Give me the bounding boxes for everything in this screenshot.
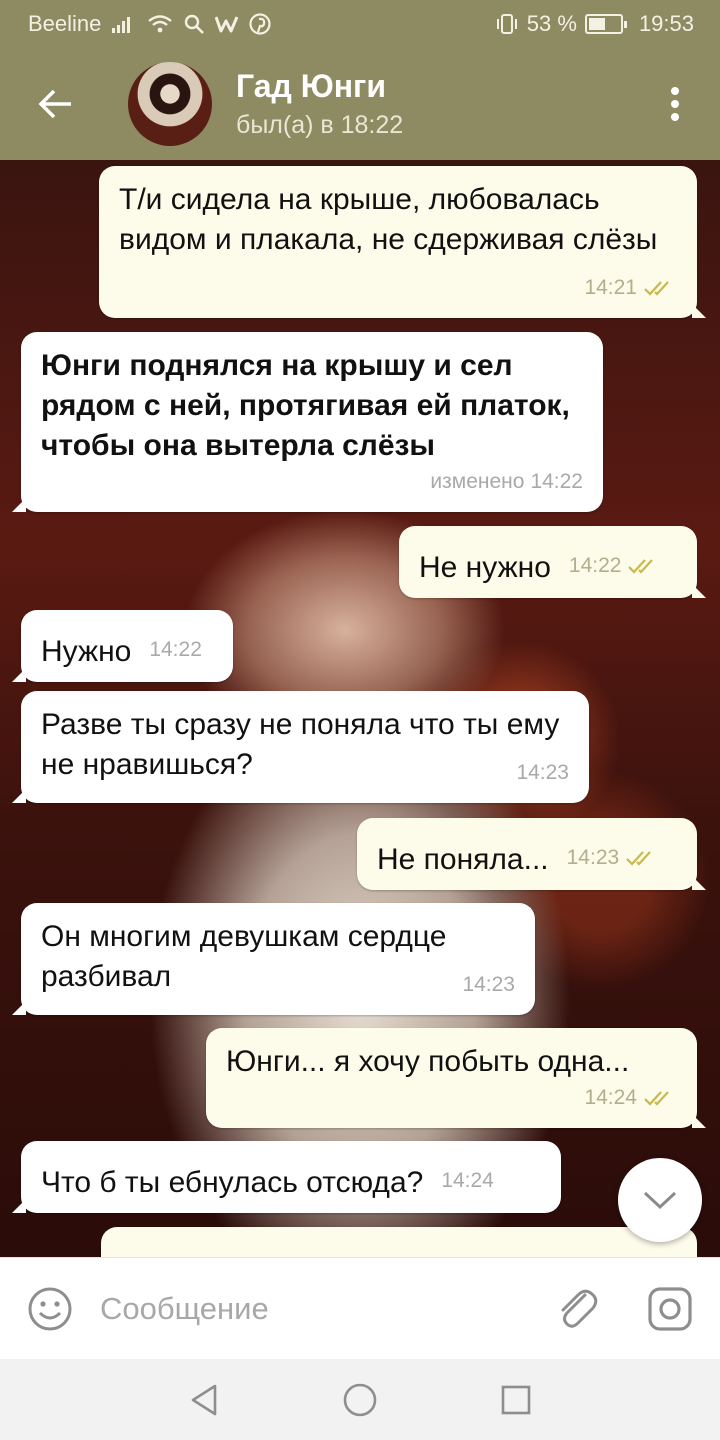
nav-recents-icon: [501, 1385, 531, 1414]
battery-percent: 53 %: [526, 11, 577, 36]
double-check-icon: [626, 851, 651, 866]
message-bubble-outgoing[interactable]: Не поняла... 14:23: [357, 818, 706, 890]
search-icon: [183, 13, 205, 35]
message-text: Юнги... я хочу побыть одна...: [226, 1045, 630, 1078]
wifi-icon: [147, 14, 173, 34]
message-meta: 14:23: [516, 753, 569, 793]
status-time: 19:53: [638, 11, 694, 36]
message-bubble-incoming[interactable]: Нужно 14:22: [12, 610, 233, 682]
message-bubble-incoming[interactable]: Он многим девушкам сердце разбивал 14:23: [12, 903, 535, 1015]
camera-icon: [648, 1286, 692, 1331]
nav-recents-button[interactable]: [492, 1376, 540, 1424]
message-meta: 14:23: [462, 965, 515, 1005]
message-text: Т/и сидела на крыше, любовалась видом и …: [119, 183, 658, 256]
message-time: 14:23: [566, 846, 620, 869]
message-bubble-outgoing-partial[interactable]: [101, 1227, 697, 1257]
message-time: 14:22: [568, 554, 622, 577]
message-time: 14:23: [462, 973, 515, 996]
chat-name: Гад Юнги: [236, 68, 387, 104]
last-seen-status: был(а) в 18:22: [236, 111, 404, 139]
message-time: 14:23: [516, 761, 569, 784]
message-bubble-incoming[interactable]: Разве ты сразу не поняла что ты ему не н…: [12, 691, 589, 803]
avatar[interactable]: [128, 62, 212, 146]
message-bubble-outgoing[interactable]: Не нужно 14:22: [399, 526, 706, 598]
message-meta: изменено 14:22: [430, 462, 583, 502]
nav-home-button[interactable]: [336, 1376, 384, 1424]
battery-level: [588, 18, 605, 30]
message-composer: [0, 1257, 720, 1359]
more-options-button[interactable]: [630, 48, 720, 160]
edited-label: изменено: [430, 470, 525, 493]
pinterest-icon: [249, 13, 271, 35]
w-app-icon: [215, 14, 239, 34]
message-time: 14:24: [441, 1169, 494, 1192]
attach-button[interactable]: [534, 1258, 620, 1360]
chat-area[interactable]: Т/и сидела на крыше, любовалась видом и …: [0, 160, 720, 1257]
signal-icon: [111, 14, 137, 34]
battery-icon: [584, 14, 627, 34]
vibrate-icon: [495, 13, 519, 35]
back-button[interactable]: [0, 48, 110, 160]
back-arrow-icon: [38, 89, 71, 119]
message-text: Нужно: [41, 635, 132, 668]
camera-button[interactable]: [620, 1258, 720, 1360]
chevron-down-icon: [643, 1191, 677, 1210]
message-meta: 14:22: [149, 630, 202, 670]
chat-title-block[interactable]: Гад Юнги был(а) в 18:22: [236, 66, 403, 142]
message-time: 14:22: [530, 470, 583, 493]
double-check-icon: [628, 559, 654, 574]
carrier-name: Beeline: [28, 11, 102, 36]
message-bubble-outgoing[interactable]: Т/и сидела на крыше, любовалась видом и …: [99, 166, 706, 318]
message-time: 14:24: [584, 1086, 637, 1109]
nav-back-button[interactable]: [180, 1376, 228, 1424]
system-nav-bar: [0, 1359, 720, 1440]
message-meta: 14:24: [584, 1078, 677, 1118]
message-time: 14:21: [584, 276, 637, 299]
double-check-icon: [644, 1091, 669, 1106]
message-meta: 14:22: [569, 546, 662, 586]
chat-header: Гад Юнги был(а) в 18:22: [0, 48, 720, 160]
scroll-down-button[interactable]: [618, 1158, 702, 1242]
message-bubble-outgoing[interactable]: Юнги... я хочу побыть одна... 14:24: [206, 1028, 706, 1128]
double-check-icon: [644, 281, 669, 296]
emoji-button[interactable]: [0, 1258, 100, 1360]
message-text: Не поняла...: [377, 843, 549, 876]
message-time: 14:22: [149, 638, 202, 661]
message-text: Он многим девушкам сердце разбивал: [41, 920, 447, 993]
nav-back-icon: [191, 1384, 217, 1415]
message-meta: 14:24: [441, 1161, 494, 1201]
message-text: Разве ты сразу не поняла что ты ему не н…: [41, 708, 560, 781]
message-text: Юнги поднялся на крышу и сел рядом с ней…: [41, 349, 570, 462]
status-bar: Beeline 53 % 19:53: [0, 0, 720, 48]
message-input[interactable]: [100, 1290, 534, 1327]
more-vertical-icon: [671, 87, 679, 121]
attach-icon: [561, 1289, 598, 1328]
message-text: Что б ты ебнулась отсюда?: [41, 1166, 424, 1199]
emoji-icon: [28, 1287, 72, 1330]
message-text: Не нужно: [419, 551, 551, 584]
message-meta: 14:23: [567, 838, 660, 878]
message-meta: 14:21: [584, 268, 677, 308]
message-bubble-incoming[interactable]: Что б ты ебнулась отсюда? 14:24: [12, 1141, 561, 1213]
message-bubble-incoming[interactable]: Юнги поднялся на крышу и сел рядом с ней…: [12, 332, 603, 512]
nav-home-icon: [343, 1383, 377, 1416]
